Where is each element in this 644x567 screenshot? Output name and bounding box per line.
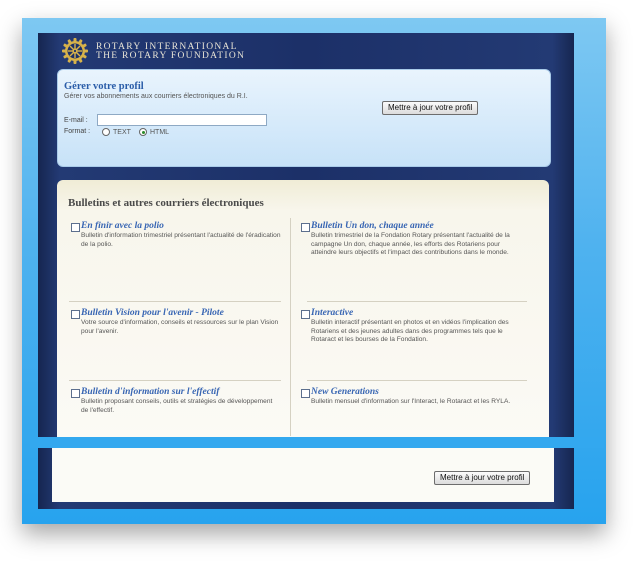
- bulletin-checkbox[interactable]: [301, 389, 310, 398]
- bulletins-title: Bulletins et autres courriers électroniq…: [68, 197, 264, 209]
- profile-subtitle: Gérer vos abonnements aux courriers élec…: [64, 93, 248, 100]
- bulletin-checkbox[interactable]: [301, 310, 310, 319]
- rotary-wheel-icon: [62, 38, 88, 64]
- bulletin-checkbox[interactable]: [301, 223, 310, 232]
- email-label: E-mail :: [64, 117, 88, 124]
- logo-line-2: THE ROTARY FOUNDATION: [96, 51, 246, 61]
- bulletin-title[interactable]: Bulletin d'information sur l'effectif: [81, 387, 219, 397]
- bulletin-description: Bulletin interactif présentant en photos…: [311, 319, 509, 343]
- bulletin-checkbox[interactable]: [71, 389, 80, 398]
- format-html-label[interactable]: HTML: [150, 129, 169, 136]
- profile-title: Gérer votre profil: [64, 81, 144, 92]
- bulletin-checkbox[interactable]: [71, 310, 80, 319]
- email-input[interactable]: [97, 114, 267, 126]
- bulletins-panel: Bulletins et autres courriers électroniq…: [57, 180, 549, 438]
- update-profile-button-top[interactable]: Mettre à jour votre profil: [382, 101, 479, 115]
- column-divider: [290, 218, 291, 436]
- bulletin-description: Votre source d'information, conseils et …: [81, 319, 279, 335]
- format-text-label[interactable]: TEXT: [113, 129, 131, 136]
- format-text-radio[interactable]: [102, 128, 110, 136]
- bulletin-title[interactable]: Bulletin Un don, chaque année: [311, 221, 434, 231]
- format-html-radio[interactable]: [139, 128, 147, 136]
- bulletin-title[interactable]: New Generations: [311, 387, 379, 397]
- bulletin-title[interactable]: Bulletin Vision pour l'avenir - Pilote: [81, 308, 224, 318]
- row-divider: [307, 380, 527, 381]
- rotary-logo[interactable]: ROTARY INTERNATIONAL THE ROTARY FOUNDATI…: [62, 38, 262, 64]
- update-profile-button-bottom[interactable]: Mettre à jour votre profil: [434, 471, 531, 485]
- row-divider: [69, 380, 281, 381]
- profile-panel: Gérer votre profil Gérer vos abonnements…: [57, 69, 551, 167]
- bulletin-description: Bulletin d'information trimestriel prése…: [81, 232, 281, 248]
- bulletin-checkbox[interactable]: [71, 223, 80, 232]
- row-divider: [69, 301, 281, 302]
- bulletin-title[interactable]: Interactive: [311, 308, 353, 318]
- row-divider: [307, 301, 527, 302]
- bulletin-title[interactable]: En finir avec la polio: [81, 221, 164, 231]
- format-label: Format :: [64, 128, 91, 135]
- bulletin-description: Bulletin trimestriel de la Fondation Rot…: [311, 232, 510, 256]
- bulletin-description: Bulletin proposant conseils, outils et s…: [81, 398, 273, 414]
- footer-panel: Mettre à jour votre profil: [52, 448, 554, 502]
- bulletin-description: Bulletin mensuel d'information sur l'Int…: [311, 398, 511, 405]
- section-separator: [30, 437, 604, 448]
